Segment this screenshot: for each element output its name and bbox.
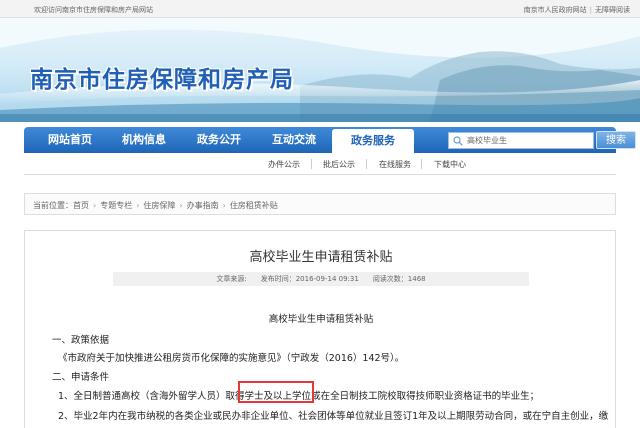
article-date: 发布时间：2016-09-14 09:31	[260, 275, 359, 283]
subnav-online-service[interactable]: 在线服务	[379, 159, 411, 170]
breadcrumb-arrow: ›	[222, 201, 226, 210]
search-box	[448, 132, 594, 149]
article-title: 高校毕业生申请租赁补贴	[249, 250, 393, 265]
content-title: 高校毕业生申请租赁补贴	[268, 314, 374, 325]
top-bar: 欢迎访问南京市住房保障和房产局网站 南京市人民政府网站 | 无障碍阅读	[0, 0, 640, 18]
accessibility-link[interactable]: 无障碍阅读	[595, 6, 630, 14]
breadcrumb-guide[interactable]: 办事指南	[187, 201, 219, 210]
top-links: 南京市人民政府网站 | 无障碍阅读	[524, 5, 630, 15]
breadcrumb-trail: 当前位置：首页 › 专题专栏 › 住房保障 › 办事指南 › 住房租赁补贴	[33, 200, 278, 211]
gov-site-link[interactable]: 南京市人民政府网站	[524, 6, 587, 14]
search-button[interactable]: 搜索	[596, 131, 636, 149]
nav-gov-disclosure[interactable]: 政务公开	[184, 127, 254, 153]
main-nav: 网站首页 机构信息 政务公开 互动交流 政务服务 搜索	[24, 127, 636, 153]
breadcrumb-arrow: ›	[136, 201, 140, 210]
breadcrumb-prefix: 当前位置：	[33, 201, 73, 210]
breadcrumb-arrow: ›	[93, 201, 97, 210]
header-banner: 南京市住房保障和房产局	[0, 18, 640, 122]
article-source: 文章来源:	[216, 275, 247, 283]
breadcrumb-rental-subsidy[interactable]: 住房租赁补贴	[230, 201, 278, 210]
sub-nav: 办件公示 批后公示 在线服务 下载中心	[24, 153, 616, 175]
breadcrumb-housing-security[interactable]: 住房保障	[143, 201, 175, 210]
article-meta: 文章来源: 发布时间：2016-09-14 09:31 阅读次数：1468	[113, 272, 529, 286]
subnav-divider	[366, 159, 367, 169]
condition-2: 2、毕业2年内在我市纳税的各类企业或民办非企业单位、社会团体等单位就业且签订1年…	[58, 411, 609, 422]
top-separator: |	[589, 6, 592, 14]
condition-1-suffix: 或在全日制技工院校取得技师职业资格证书的毕业生；	[311, 391, 540, 402]
breadcrumb-arrow: ›	[179, 201, 183, 210]
nav-home[interactable]: 网站首页	[36, 127, 104, 153]
subnav-case-notice[interactable]: 办件公示	[268, 159, 300, 170]
search-icon	[453, 136, 463, 146]
condition-1-prefix: 1、全日制普通高校（含海外留学人员）取得	[58, 391, 245, 402]
section-conditions: 二、申请条件	[52, 372, 110, 383]
article-views: 阅读次数：1468	[372, 275, 426, 283]
site-title: 南京市住房保障和房产局	[30, 66, 294, 93]
breadcrumb-home[interactable]: 首页	[73, 201, 89, 210]
welcome-text: 欢迎访问南京市住房保障和房产局网站	[34, 6, 153, 14]
subnav-divider	[421, 159, 422, 169]
subnav-download-center[interactable]: 下载中心	[434, 159, 466, 170]
condition-1-degree: 学士及以上学位	[244, 391, 312, 402]
nav-organization[interactable]: 机构信息	[108, 127, 180, 153]
breadcrumb-special-topics[interactable]: 专题专栏	[100, 201, 132, 210]
section-policy-basis: 一、政策依据	[52, 335, 110, 346]
condition-1: 1、全日制普通高校（含海外留学人员）取得学士及以上学位或在全日制技工院校取得技师…	[58, 388, 539, 402]
search-input[interactable]	[467, 134, 567, 147]
subnav-approval-notice[interactable]: 批后公示	[323, 159, 355, 170]
breadcrumb: 当前位置：首页 › 专题专栏 › 住房保障 › 办事指南 › 住房租赁补贴	[24, 193, 616, 215]
nav-interaction[interactable]: 互动交流	[258, 127, 330, 153]
policy-reference: 《市政府关于加快推进公租房货币化保障的实施意见》（宁政发（2016）142号）。	[58, 353, 405, 364]
nav-gov-services[interactable]: 政务服务	[332, 129, 414, 153]
article-panel: 高校毕业生申请租赁补贴 文章来源: 发布时间：2016-09-14 09:31 阅读…	[24, 230, 616, 428]
subnav-divider	[311, 159, 312, 169]
